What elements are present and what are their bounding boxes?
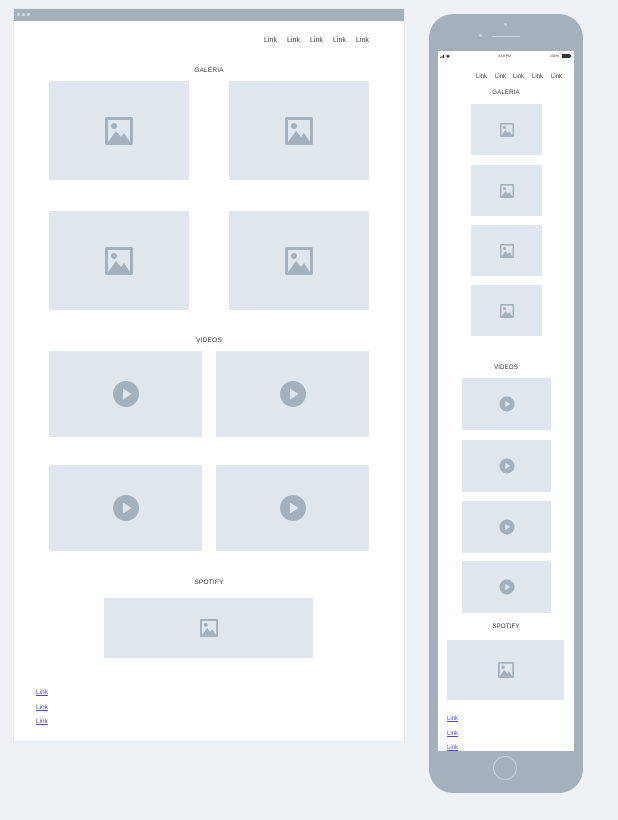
browser-title-bar (14, 9, 404, 21)
mobile-gallery-image-placeholder[interactable] (471, 225, 542, 276)
image-icon (285, 246, 313, 275)
desktop-browser-window: Link Link Link Link Link GALERIA VIDEOS … (14, 9, 404, 741)
image-icon (499, 122, 514, 137)
window-dot-maximize[interactable] (27, 13, 30, 16)
image-icon (497, 662, 514, 678)
nav-link-3[interactable]: Link (310, 37, 323, 45)
gallery-image-placeholder[interactable] (49, 211, 189, 310)
mobile-spotify-title: SPOTIFY (492, 624, 520, 630)
phone-sensor (479, 34, 482, 37)
status-battery-percent: 100% (550, 54, 559, 58)
footer-link-1[interactable]: Link (36, 689, 48, 696)
play-icon (499, 458, 514, 474)
mobile-video-placeholder[interactable] (462, 501, 551, 553)
play-icon (112, 381, 139, 407)
window-dot-close[interactable] (17, 13, 20, 16)
galeria-title: GALERIA (194, 67, 224, 74)
status-time: 3:10 PM (498, 54, 512, 58)
mobile-videos-title: VIDEOS (494, 365, 518, 371)
play-icon (499, 579, 514, 595)
footer-link-2[interactable]: Link (36, 704, 48, 711)
play-icon (499, 519, 514, 535)
battery-icon (562, 54, 571, 58)
window-dot-minimize[interactable] (22, 13, 25, 16)
nav-link-1[interactable]: Link (264, 37, 277, 45)
image-icon (499, 183, 514, 198)
mobile-video-placeholder[interactable] (462, 440, 551, 492)
mobile-gallery-image-placeholder[interactable] (471, 285, 542, 336)
video-placeholder[interactable] (216, 351, 369, 437)
gallery-image-placeholder[interactable] (229, 211, 369, 310)
video-placeholder[interactable] (49, 465, 202, 551)
play-icon (279, 495, 306, 521)
mobile-galeria-title: GALERIA (492, 90, 520, 96)
phone-speaker (492, 36, 520, 37)
mobile-gallery-image-placeholder[interactable] (471, 165, 542, 216)
mobile-footer-link-1[interactable]: Link (447, 716, 458, 723)
video-placeholder[interactable] (49, 351, 202, 437)
mobile-nav-link-1[interactable]: Link (476, 74, 487, 81)
mobile-footer-link-2[interactable]: Link (447, 731, 458, 738)
nav-link-2[interactable]: Link (287, 37, 300, 45)
mobile-phone-frame: 3:10 PM 100% Link Link Link Link Link GA… (429, 14, 583, 793)
image-icon (499, 243, 514, 258)
mobile-spotify-embed-placeholder[interactable] (447, 640, 564, 700)
gallery-image-placeholder[interactable] (229, 81, 369, 180)
phone-screen: 3:10 PM 100% Link Link Link Link Link GA… (438, 51, 574, 751)
mobile-video-placeholder[interactable] (462, 378, 551, 430)
play-icon (279, 381, 306, 407)
nav-link-4[interactable]: Link (333, 37, 346, 45)
image-icon (105, 246, 133, 275)
play-icon (499, 396, 514, 412)
mobile-nav-link-2[interactable]: Link (495, 74, 506, 81)
phone-camera (504, 23, 507, 26)
image-icon (199, 619, 218, 637)
image-icon (105, 116, 133, 145)
mobile-nav-link-4[interactable]: Link (532, 74, 543, 81)
image-icon (499, 303, 514, 318)
spotify-title: SPOTIFY (194, 579, 224, 586)
play-icon (112, 495, 139, 521)
gallery-image-placeholder[interactable] (49, 81, 189, 180)
mobile-gallery-image-placeholder[interactable] (471, 104, 542, 155)
signal-wifi-icon (440, 55, 450, 58)
phone-home-button[interactable] (493, 756, 517, 780)
spotify-embed-placeholder[interactable] (104, 598, 313, 658)
video-placeholder[interactable] (216, 465, 369, 551)
videos-title: VIDEOS (196, 337, 222, 344)
mobile-video-placeholder[interactable] (462, 561, 551, 613)
mobile-nav-link-5[interactable]: Link (551, 74, 562, 81)
mobile-footer-link-3[interactable]: Link (447, 745, 458, 752)
nav-link-5[interactable]: Link (356, 37, 369, 45)
image-icon (285, 116, 313, 145)
mobile-nav-link-3[interactable]: Link (513, 74, 524, 81)
footer-link-3[interactable]: Link (36, 718, 48, 725)
